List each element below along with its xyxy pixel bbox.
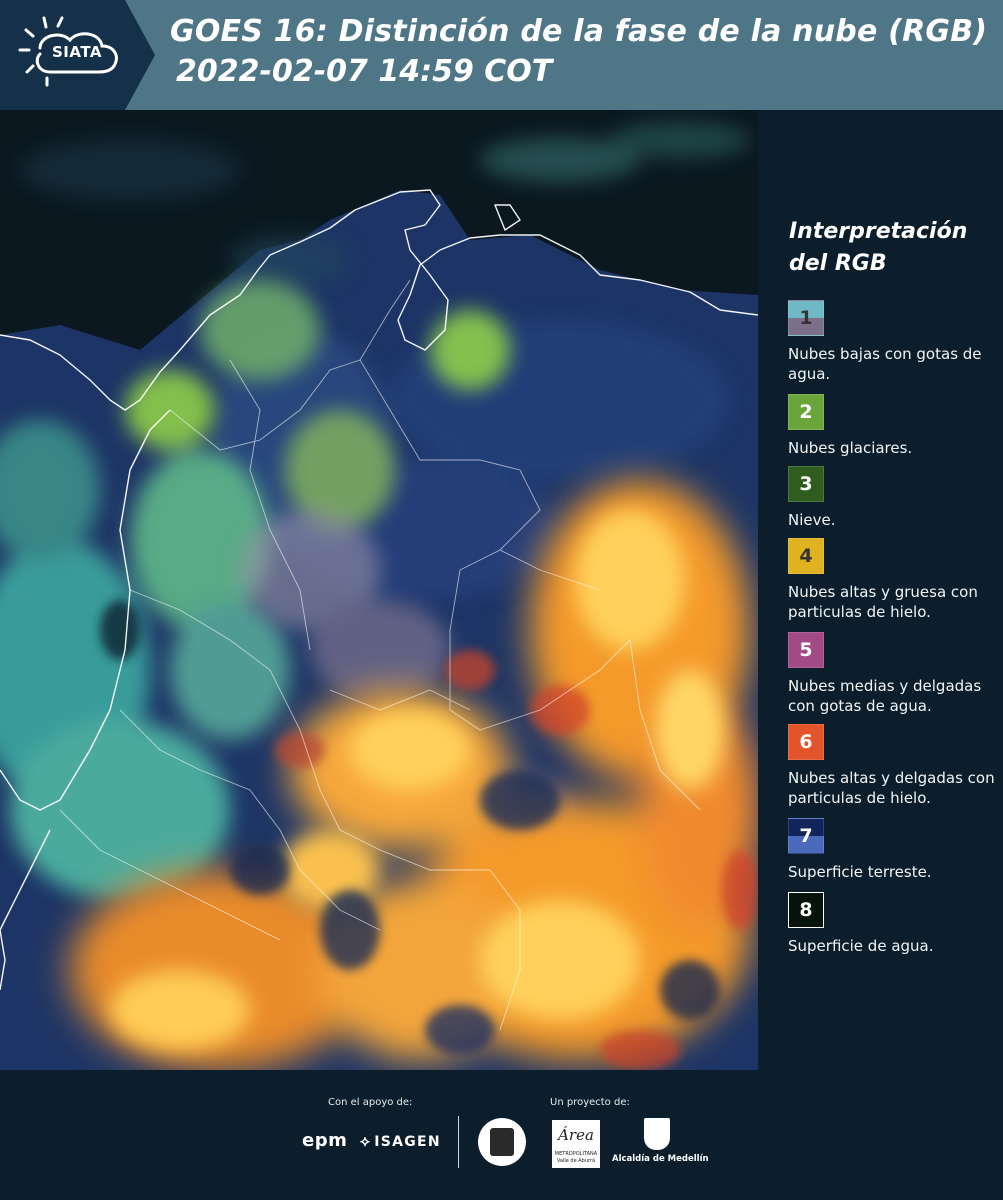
satellite-map: [0, 110, 758, 1070]
legend-item-8: 8 Superficie de agua.: [788, 892, 1003, 956]
header-bar: SIATA GOES 16: Distinción de la fase de …: [0, 0, 1003, 110]
area-logo-text: Área: [558, 1126, 594, 1144]
alcaldia-medellin-logo: Alcaldía de Medellín: [612, 1118, 709, 1164]
legend-label-1: Nubes bajas con gotas de agua.: [788, 345, 982, 383]
legend-title: Interpretación del RGB: [789, 219, 968, 276]
legend-item-3: 3 Nieve.: [788, 466, 1003, 530]
legend-swatch-5: 5: [788, 632, 824, 668]
legend-item-4: 4 Nubes altas y gruesa con particulas de…: [788, 538, 1003, 622]
legend-label-4: Nubes altas y gruesa con particulas de h…: [788, 583, 978, 621]
siata-logo-panel: SIATA: [0, 0, 155, 110]
area-logo-subtext: METROPOLITANA Valle de Aburrá: [554, 1151, 598, 1164]
alcaldia-shield-icon: [644, 1118, 670, 1150]
legend-label-7: Superficie terreste.: [788, 863, 932, 881]
medellin-seal-logo: [478, 1118, 526, 1166]
area-metropolitana-logo: Área METROPOLITANA Valle de Aburrá: [552, 1120, 600, 1168]
support-label: Con el apoyo de:: [328, 1097, 413, 1108]
legend-swatch-6: 6: [788, 724, 824, 760]
footer-divider: [458, 1116, 459, 1168]
legend-item-7: 7 Superficie terreste.: [788, 818, 1003, 882]
legend-number-5: 5: [799, 639, 813, 661]
legend-item-2: 2 Nubes glaciares.: [788, 394, 1003, 458]
legend-swatch-8: 8: [788, 892, 824, 928]
legend-number-1: 1: [799, 307, 813, 329]
legend-number-2: 2: [799, 401, 813, 423]
legend-swatch-2: 2: [788, 394, 824, 430]
legend-label-8: Superficie de agua.: [788, 937, 934, 955]
legend-item-1: 1 Nubes bajas con gotas de agua.: [788, 300, 1003, 384]
page-title: GOES 16: Distinción de la fase de la nub…: [170, 14, 988, 49]
epm-logo: epm: [302, 1130, 348, 1151]
siata-logo-text: SIATA: [52, 43, 103, 61]
isagen-logo: ⟡ ISAGEN: [360, 1132, 441, 1150]
legend-item-5: 5 Nubes medias y delgadas con gotas de a…: [788, 632, 1003, 716]
legend-swatch-1: 1: [788, 300, 824, 336]
legend-number-6: 6: [799, 731, 813, 753]
legend-item-6: 6 Nubes altas y delgadas con particulas …: [788, 724, 1003, 808]
legend-label-3: Nieve.: [788, 511, 836, 529]
legend-swatch-4: 4: [788, 538, 824, 574]
legend-number-3: 3: [799, 473, 813, 495]
isagen-mark-icon: ⟡: [360, 1132, 372, 1150]
footer-sponsors: Con el apoyo de: Un proyecto de: epm ⟡ IS…: [0, 1070, 1003, 1200]
isagen-logo-text: ISAGEN: [374, 1134, 441, 1150]
legend-number-7: 7: [799, 825, 813, 847]
legend-number-4: 4: [799, 545, 813, 567]
legend-swatch-7: 7: [788, 818, 824, 854]
alcaldia-logo-text: Alcaldía de Medellín: [612, 1154, 709, 1164]
legend-number-8: 8: [799, 899, 813, 921]
page-timestamp: 2022-02-07 14:59 COT: [176, 54, 553, 89]
legend-label-2: Nubes glaciares.: [788, 439, 913, 457]
legend-label-5: Nubes medias y delgadas con gotas de agu…: [788, 677, 982, 715]
project-label: Un proyecto de:: [550, 1097, 630, 1108]
legend-panel: Interpretación del RGB 1 Nubes bajas con…: [758, 110, 1003, 1070]
legend-label-6: Nubes altas y delgadas con particulas de…: [788, 769, 995, 807]
legend-swatch-3: 3: [788, 466, 824, 502]
